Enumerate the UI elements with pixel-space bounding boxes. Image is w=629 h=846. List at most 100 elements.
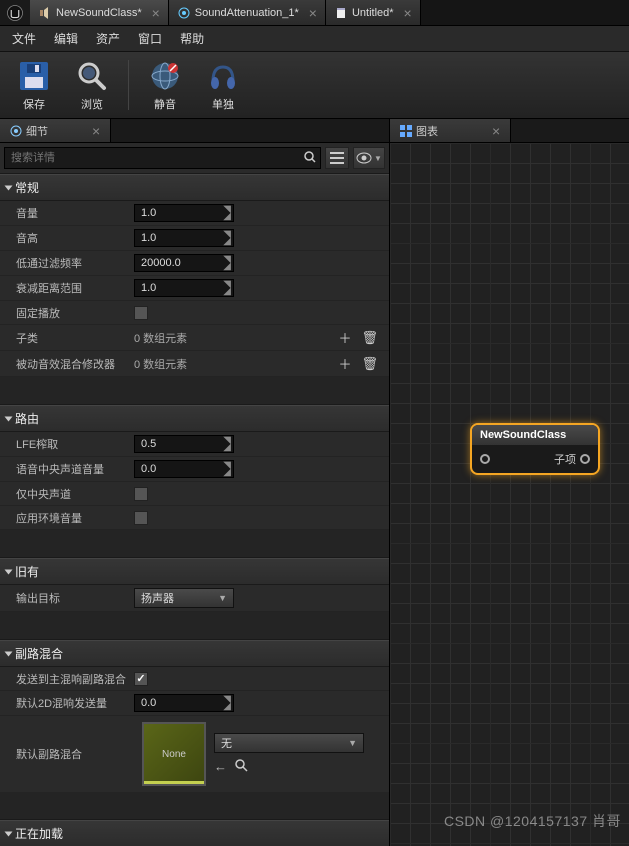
category-routing[interactable]: 路由	[0, 405, 389, 432]
graph-node-soundclass[interactable]: NewSoundClass 子项	[470, 423, 600, 475]
graph-panel: 图表 × NewSoundClass 子项	[390, 119, 629, 846]
use-selected-icon[interactable]: ←	[214, 759, 227, 775]
spinner-icon[interactable]: ◥◢	[223, 231, 231, 245]
menu-edit[interactable]: 编辑	[54, 30, 78, 47]
menu-file[interactable]: 文件	[12, 30, 36, 47]
category-legacy[interactable]: 旧有	[0, 558, 389, 585]
category-label: 正在加载	[15, 825, 63, 842]
menu-asset[interactable]: 资产	[96, 30, 120, 47]
menu-help[interactable]: 帮助	[180, 30, 204, 47]
category-general[interactable]: 常规	[0, 174, 389, 201]
visibility-button[interactable]: ▼	[353, 147, 385, 169]
node-title: NewSoundClass	[472, 425, 598, 445]
combo-value: 扬声器	[141, 590, 174, 606]
details-icon	[10, 125, 22, 137]
category-label: 路由	[15, 410, 39, 427]
triangle-icon	[5, 185, 13, 190]
default2d-field[interactable]: 0.0◥◢	[134, 694, 234, 712]
fixedplay-checkbox[interactable]	[134, 306, 148, 320]
browse-asset-icon[interactable]	[235, 759, 248, 775]
spacer	[0, 612, 389, 640]
chevron-down-icon: ▼	[218, 593, 227, 603]
prop-label: 发送到主混响副路混合	[16, 671, 134, 687]
add-icon[interactable]: ＋	[335, 328, 354, 347]
field-value: 1.0	[141, 207, 156, 219]
envvol-checkbox[interactable]	[134, 511, 148, 525]
prop-envvol: 应用环境音量	[0, 506, 389, 530]
add-icon[interactable]: ＋	[335, 354, 354, 373]
sendtomain-checkbox[interactable]	[134, 672, 148, 686]
prop-falloff: 衰减距离范围 1.0◥◢	[0, 276, 389, 301]
spinner-icon[interactable]: ◥◢	[223, 437, 231, 451]
floppy-icon	[14, 58, 54, 94]
search-icon[interactable]	[303, 150, 317, 167]
prop-label: 输出目标	[16, 590, 134, 606]
separator	[128, 60, 129, 110]
category-loading[interactable]: 正在加载	[0, 820, 389, 846]
output-target-combo[interactable]: 扬声器 ▼	[134, 588, 234, 608]
category-label: 旧有	[15, 563, 39, 580]
pin-label: 子项	[554, 451, 576, 467]
lowpass-field[interactable]: 20000.0 ◥◢	[134, 254, 234, 272]
spinner-icon[interactable]: ◥◢	[223, 696, 231, 710]
input-pin-row[interactable]	[480, 454, 490, 464]
browse-button[interactable]: 浏览	[64, 56, 120, 114]
prop-label: 固定播放	[16, 305, 134, 321]
prop-label: 低通过滤频率	[16, 255, 134, 271]
list-view-button[interactable]	[325, 147, 349, 169]
pin-icon	[480, 454, 490, 464]
globe-mute-icon	[145, 58, 185, 94]
spinner-icon[interactable]: ◥◢	[223, 281, 231, 295]
prop-pitch: 音高 1.0◥◢	[0, 226, 389, 251]
file-tab-attenuation[interactable]: SoundAttenuation_1* ×	[169, 0, 326, 25]
file-tab-soundclass[interactable]: NewSoundClass* ×	[30, 0, 169, 25]
output-pin-row[interactable]: 子项	[554, 451, 590, 467]
trash-icon[interactable]: 🗑	[358, 356, 381, 372]
tab-label: SoundAttenuation_1*	[195, 7, 299, 19]
graph-tab[interactable]: 图表 ×	[390, 119, 511, 142]
trash-icon[interactable]: 🗑	[358, 330, 381, 346]
field-value: 1.0	[141, 282, 156, 294]
thumb-text: None	[162, 749, 186, 760]
search-input[interactable]	[4, 147, 321, 169]
prop-volume: 音量 1.0◥◢	[0, 201, 389, 226]
centeronly-checkbox[interactable]	[134, 487, 148, 501]
spinner-icon[interactable]: ◥◢	[223, 206, 231, 220]
category-label: 副路混合	[15, 645, 63, 662]
tool-label: 单独	[212, 96, 234, 112]
close-icon[interactable]: ×	[492, 123, 500, 139]
pin-icon	[580, 454, 590, 464]
category-submix[interactable]: 副路混合	[0, 640, 389, 667]
close-icon[interactable]: ×	[309, 5, 317, 21]
close-icon[interactable]: ×	[92, 123, 100, 139]
category-label: 常规	[15, 179, 39, 196]
centervol-field[interactable]: 0.0◥◢	[134, 460, 234, 478]
file-tab-untitled[interactable]: Untitled* ×	[326, 0, 421, 25]
close-icon[interactable]: ×	[404, 5, 412, 21]
panel-tab-label: 图表	[416, 123, 438, 139]
prop-label: 默认2D混响发送量	[16, 695, 134, 711]
solo-button[interactable]: 单独	[195, 56, 251, 114]
graph-canvas[interactable]: NewSoundClass 子项	[390, 143, 629, 846]
close-icon[interactable]: ×	[152, 5, 160, 21]
spinner-icon[interactable]: ◥◢	[223, 462, 231, 476]
toolbar: 保存 浏览 静音 单独	[0, 52, 629, 119]
save-button[interactable]: 保存	[6, 56, 62, 114]
mute-button[interactable]: 静音	[137, 56, 193, 114]
prop-label: 子类	[16, 330, 134, 346]
details-scroll[interactable]: 常规 音量 1.0◥◢ 音高 1.0◥◢ 低通过滤频率 20000.0◥◢ 衰减…	[0, 174, 389, 846]
lfe-field[interactable]: 0.5◥◢	[134, 435, 234, 453]
pitch-field[interactable]: 1.0◥◢	[134, 229, 234, 247]
spinner-icon[interactable]: ◥◢	[223, 256, 231, 270]
menu-window[interactable]: 窗口	[138, 30, 162, 47]
field-value: 20000.0	[141, 257, 181, 269]
volume-field[interactable]: 1.0 ◥◢	[134, 204, 234, 222]
triangle-icon	[5, 831, 13, 836]
submix-combo[interactable]: 无▼	[214, 733, 364, 753]
sound-icon	[38, 6, 52, 20]
engine-logo	[0, 0, 30, 25]
prop-centeronly: 仅中央声道	[0, 482, 389, 506]
falloff-field[interactable]: 1.0 ◥◢	[134, 279, 234, 297]
details-tab[interactable]: 细节 ×	[0, 119, 111, 142]
asset-thumbnail[interactable]: None	[142, 722, 206, 786]
